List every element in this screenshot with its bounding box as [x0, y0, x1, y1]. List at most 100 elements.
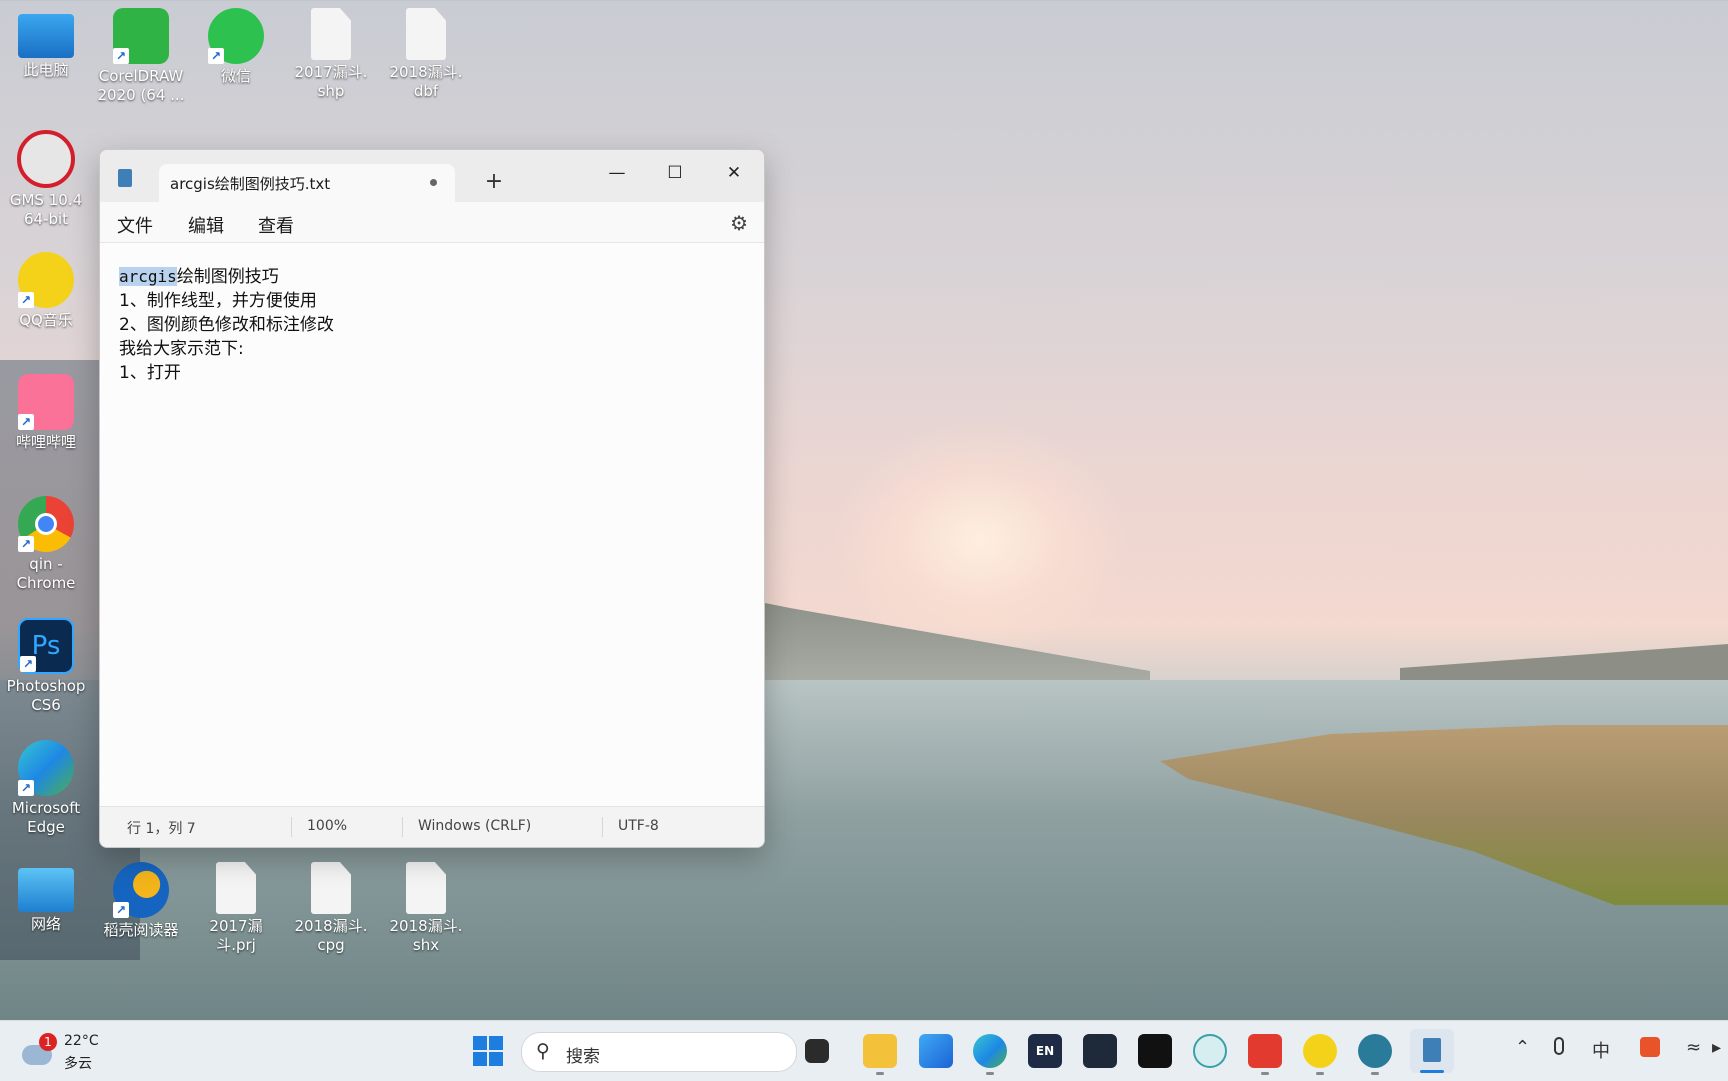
gear-icon[interactable]: ⚙: [730, 211, 748, 235]
new-tab-button[interactable]: +: [478, 166, 510, 198]
taskbar-search-box[interactable]: ⚲ 搜索: [521, 1032, 797, 1072]
search-placeholder: 搜索: [566, 1047, 600, 1067]
photoshop-icon: Ps ↗: [18, 618, 74, 674]
editor-content: arcgis绘制图例技巧 1、制作线型，并方便使用 2、图例颜色修改和标注修改 …: [119, 265, 334, 385]
status-line-ending[interactable]: Windows (CRLF): [418, 818, 531, 834]
desktop-icon-2017-prj[interactable]: 2017漏斗.prj: [190, 854, 282, 955]
shortcut-arrow-icon: ↗: [113, 902, 129, 918]
desktop-icon-label: 此电脑: [23, 61, 69, 79]
desktop-icon-photoshop[interactable]: Ps ↗ Photoshop CS6: [0, 610, 92, 715]
editor-line: 我给大家示范下:: [119, 339, 244, 359]
shortcut-arrow-icon: ↗: [20, 656, 36, 672]
shortcut-arrow-icon: ↗: [18, 414, 34, 430]
desktop-icon-edge[interactable]: ↗ Microsoft Edge: [0, 732, 92, 837]
desktop-icon-2018-shx[interactable]: 2018漏斗. shx: [380, 854, 472, 955]
coreldraw-icon: ↗: [113, 8, 169, 64]
app-swirl-icon[interactable]: [1193, 1034, 1227, 1068]
title-bar[interactable]: arcgis绘制图例技巧.txt + — ☐ ✕: [100, 150, 764, 202]
desktop-icon-docer-reader[interactable]: ↗ 稻壳阅读器: [95, 854, 187, 940]
desktop-icon-label: 微信: [220, 67, 251, 85]
qq-music-icon: ↗: [18, 252, 74, 308]
status-bar: 行 1，列 7 100% Windows (CRLF) UTF-8: [100, 806, 764, 847]
task-view-icon[interactable]: [805, 1039, 829, 1063]
volume-icon[interactable]: ▸: [1712, 1037, 1721, 1058]
bilibili-icon: ↗: [18, 374, 74, 430]
en-language-icon[interactable]: EN: [1028, 1034, 1062, 1068]
text-editor[interactable]: arcgis绘制图例技巧 1、制作线型，并方便使用 2、图例颜色修改和标注修改 …: [100, 242, 764, 806]
notepad-window: arcgis绘制图例技巧.txt + — ☐ ✕ 文件 编辑 查看 ⚙ arcg…: [99, 149, 765, 848]
desktop-icon-label: Microsoft Edge: [11, 799, 81, 836]
weather-temperature: 22°C: [64, 1033, 99, 1049]
wechat-icon: ↗: [208, 8, 264, 64]
sogou-ime-icon[interactable]: [1640, 1037, 1660, 1057]
microphone-icon[interactable]: [1554, 1037, 1564, 1055]
tab-title: arcgis绘制图例技巧.txt: [170, 175, 331, 193]
desktop-icon-qq-music[interactable]: ↗ QQ音乐: [0, 244, 92, 330]
desktop-icon-label: QQ音乐: [19, 311, 73, 329]
weather-condition: 多云: [64, 1056, 92, 1072]
editor-line: 绘制图例技巧: [176, 267, 279, 287]
shortcut-arrow-icon: ↗: [113, 48, 129, 64]
status-zoom[interactable]: 100%: [307, 818, 347, 834]
windows-logo-icon: [489, 1036, 503, 1050]
close-button[interactable]: ✕: [711, 156, 757, 190]
file-icon: [406, 8, 446, 60]
file-icon: [216, 862, 256, 914]
chrome-icon: ↗: [18, 496, 74, 552]
running-indicator: [1316, 1072, 1324, 1075]
notepad-taskbar-icon[interactable]: [1410, 1029, 1454, 1073]
menu-bar: 文件 编辑 查看 ⚙: [100, 202, 764, 242]
desktop-icon-bilibili[interactable]: ↗ 哔哩哔哩: [0, 366, 92, 452]
desktop-icon-2018-dbf[interactable]: 2018漏斗. dbf: [380, 0, 472, 101]
desktop-icon-label: 2018漏斗. cpg: [294, 917, 368, 954]
desktop-icon-this-pc[interactable]: 此电脑: [0, 0, 92, 80]
edge-taskbar-icon[interactable]: [973, 1034, 1007, 1075]
shortcut-arrow-icon: ↗: [208, 48, 224, 64]
unsaved-dot-icon[interactable]: [430, 179, 437, 186]
minimize-button[interactable]: —: [594, 156, 640, 190]
running-indicator: [876, 1072, 884, 1075]
status-divider: [602, 817, 603, 837]
desktop-icon-2017-shp[interactable]: 2017漏斗. shp: [285, 0, 377, 101]
ime-indicator[interactable]: 中: [1592, 1037, 1610, 1063]
file-explorer-icon[interactable]: [863, 1034, 897, 1075]
desktop-icon-chrome[interactable]: ↗ qin - Chrome: [0, 488, 92, 593]
running-indicator: [986, 1072, 994, 1075]
desktop-icon-network[interactable]: 网络: [0, 854, 92, 934]
docer-reader-icon: ↗: [113, 862, 169, 918]
running-indicator: [1261, 1072, 1269, 1075]
copilot-icon[interactable]: [919, 1034, 953, 1068]
desktop-icon-2018-cpg[interactable]: 2018漏斗. cpg: [285, 854, 377, 955]
show-hidden-icons-chevron-icon[interactable]: ⌃: [1515, 1037, 1530, 1058]
taskbar: 1 22°C 多云 ⚲ 搜索 EN ⌃ 中 ≈ ▸: [0, 1020, 1728, 1081]
editor-line: 1、制作线型，并方便使用: [119, 291, 317, 311]
status-cursor-position: 行 1，列 7: [127, 821, 196, 837]
running-indicator: [1371, 1072, 1379, 1075]
desktop-icon-gms[interactable]: GMS 10.4 64-bit: [0, 122, 92, 229]
desktop-icon-label: qin - Chrome: [16, 555, 76, 592]
status-encoding[interactable]: UTF-8: [618, 818, 659, 834]
desktop-icon-coreldraw[interactable]: ↗ CorelDRAW 2020 (64 ...: [95, 0, 187, 105]
menu-edit[interactable]: 编辑: [188, 212, 224, 238]
desktop-icon-wechat[interactable]: ↗ 微信: [190, 0, 282, 86]
status-divider: [402, 817, 403, 837]
code-app-icon[interactable]: [1083, 1034, 1117, 1068]
desktop-icon-label: GMS 10.4 64-bit: [9, 191, 83, 228]
search-app-icon[interactable]: [1358, 1034, 1392, 1075]
windows-logo-icon: [473, 1052, 487, 1066]
menu-file[interactable]: 文件: [117, 212, 153, 238]
maximize-button[interactable]: ☐: [652, 156, 698, 190]
weather-widget[interactable]: 1 22°C 多云: [22, 1033, 102, 1072]
editor-line: 1、打开: [119, 363, 181, 383]
wifi-icon[interactable]: ≈: [1686, 1037, 1701, 1058]
menu-view[interactable]: 查看: [258, 212, 294, 238]
tab-document[interactable]: arcgis绘制图例技巧.txt: [159, 164, 455, 202]
file-icon: [406, 862, 446, 914]
capcut-icon[interactable]: [1138, 1034, 1172, 1068]
active-indicator: [1420, 1070, 1444, 1073]
windows-logo-icon: [473, 1036, 487, 1050]
monitor-icon: [18, 14, 74, 58]
wps-icon[interactable]: [1248, 1034, 1282, 1075]
start-button[interactable]: [473, 1036, 503, 1066]
qq-music-taskbar-icon[interactable]: [1303, 1034, 1337, 1075]
